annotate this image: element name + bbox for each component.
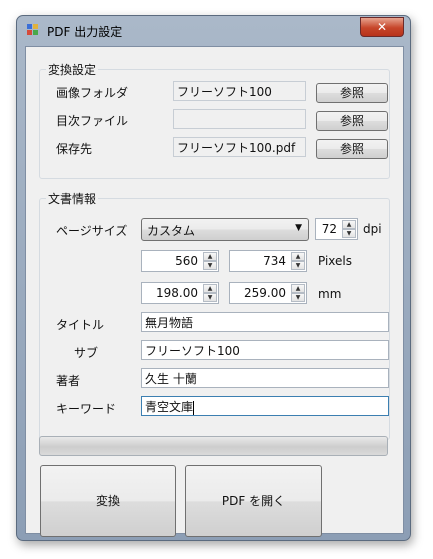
- toc-file-field[interactable]: [173, 109, 306, 129]
- keyword-input[interactable]: 青空文庫: [141, 396, 389, 416]
- toc-file-browse-button[interactable]: 参照: [316, 111, 388, 131]
- window-client-area: 変換設定 画像フォルダ フリーソフト100 参照 目次ファイル 参照 保存先 フ…: [25, 46, 404, 537]
- title-input[interactable]: 無月物語: [141, 312, 389, 332]
- dpi-stepper[interactable]: 72 ▲ ▼: [315, 218, 358, 240]
- page-size-label: ページサイズ: [56, 224, 128, 238]
- pixel-height-down-arrow-icon[interactable]: ▼: [291, 261, 305, 270]
- page-size-select[interactable]: カスタム ▼: [141, 218, 309, 241]
- title-label: タイトル: [56, 318, 105, 332]
- subtitle-input[interactable]: フリーソフト100: [141, 340, 389, 360]
- pixel-width-value: 560: [175, 254, 198, 268]
- conversion-progress-bar: [39, 436, 388, 456]
- pixel-width-up-arrow-icon[interactable]: ▲: [203, 252, 217, 261]
- convert-button[interactable]: 変換: [40, 465, 176, 537]
- open-pdf-button[interactable]: PDF を開く: [185, 465, 322, 537]
- mm-width-stepper[interactable]: 198.00 ▲ ▼: [141, 282, 219, 304]
- save-location-browse-button[interactable]: 参照: [316, 139, 388, 159]
- save-location-field[interactable]: フリーソフト100.pdf: [173, 137, 306, 157]
- settings-window: PDF 出力設定 ✕ 変換設定 画像フォルダ フリーソフト100 参照 目次ファ…: [16, 15, 411, 541]
- mm-height-stepper[interactable]: 259.00 ▲ ▼: [229, 282, 307, 304]
- window-title: PDF 出力設定: [47, 25, 123, 39]
- dpi-up-arrow-icon[interactable]: ▲: [342, 220, 356, 229]
- pixel-height-up-arrow-icon[interactable]: ▲: [291, 252, 305, 261]
- author-label: 著者: [56, 374, 81, 388]
- document-info-legend: 文書情報: [46, 190, 99, 207]
- dpi-unit-label: dpi: [363, 222, 382, 236]
- image-folder-field[interactable]: フリーソフト100: [173, 81, 306, 101]
- mm-unit-label: mm: [318, 287, 342, 301]
- pixel-width-down-arrow-icon[interactable]: ▼: [203, 261, 217, 270]
- mm-width-down-arrow-icon[interactable]: ▼: [203, 293, 217, 302]
- toc-file-label: 目次ファイル: [56, 114, 129, 128]
- dpi-value: 72: [321, 222, 337, 236]
- text-cursor: [193, 400, 195, 415]
- image-folder-browse-button[interactable]: 参照: [316, 83, 388, 103]
- conversion-settings-legend: 変換設定: [46, 61, 99, 78]
- dpi-down-arrow-icon[interactable]: ▼: [342, 229, 356, 238]
- keyword-label: キーワード: [56, 402, 117, 416]
- pixel-height-stepper[interactable]: 734 ▲ ▼: [229, 250, 307, 272]
- title-bar[interactable]: PDF 出力設定 ✕: [17, 16, 410, 46]
- author-input[interactable]: 久生 十蘭: [141, 368, 389, 388]
- app-icon: [27, 24, 38, 35]
- chevron-down-icon: ▼: [295, 223, 302, 233]
- keyword-text: 青空文庫: [145, 400, 194, 414]
- pixel-width-stepper[interactable]: 560 ▲ ▼: [141, 250, 219, 272]
- save-location-label: 保存先: [56, 142, 93, 156]
- mm-height-up-arrow-icon[interactable]: ▲: [291, 284, 305, 293]
- mm-height-value: 259.00: [244, 286, 286, 300]
- image-folder-label: 画像フォルダ: [56, 86, 129, 100]
- close-button[interactable]: ✕: [360, 17, 404, 37]
- subtitle-label: サブ: [74, 346, 99, 360]
- mm-width-up-arrow-icon[interactable]: ▲: [203, 284, 217, 293]
- mm-width-value: 198.00: [156, 286, 198, 300]
- pixel-height-value: 734: [263, 254, 286, 268]
- page-size-selected-value: カスタム: [147, 224, 196, 238]
- mm-height-down-arrow-icon[interactable]: ▼: [291, 293, 305, 302]
- pixels-unit-label: Pixels: [318, 254, 353, 268]
